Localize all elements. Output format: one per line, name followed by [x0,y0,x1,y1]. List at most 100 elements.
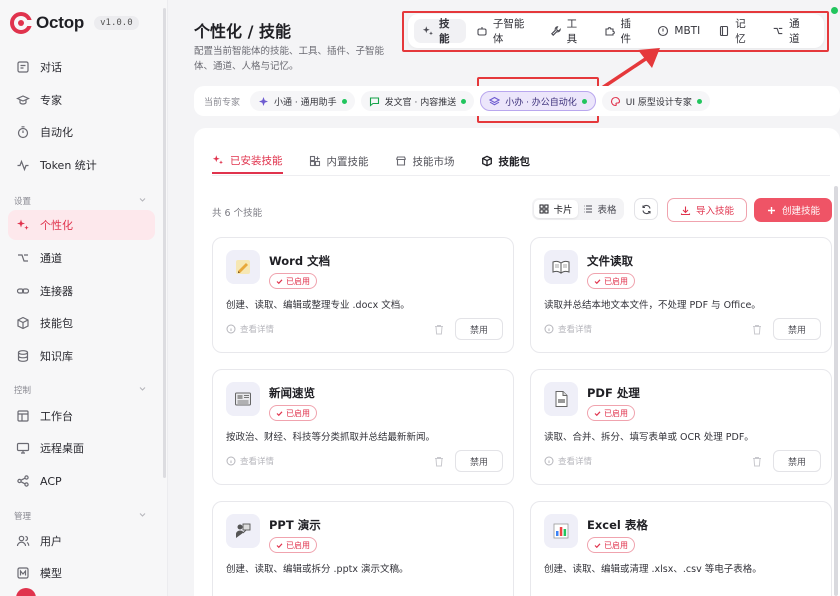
tab-skill-packs[interactable]: 技能包 [481,148,530,174]
sidebar-item-automation[interactable]: 自动化 [8,117,155,147]
online-dot [341,98,347,104]
brand[interactable]: Octop v1.0.0 [10,12,139,34]
status-dot [831,7,838,14]
status-badge: 已启用 [587,405,635,421]
view-details-link[interactable]: 查看详情 [544,455,592,467]
import-skill-button[interactable]: 导入技能 [667,198,747,222]
skill-card-pdf[interactable]: PDF 处理 已启用 读取、合并、拆分、填写表单或 OCR 处理 PDF。 查看… [530,369,832,485]
content-scrollbar[interactable] [834,186,838,596]
sidebar-item-personalization[interactable]: 个性化 [8,210,155,240]
link-icon [16,284,30,298]
section-title: 控制 [14,386,32,396]
sidebar-item-models[interactable]: 模型 [8,558,155,588]
page-title: 个性化 / 技能 [194,22,291,41]
sidebar-item-label: 专家 [40,94,62,107]
tab-installed-skills[interactable]: 已安装技能 [212,148,283,174]
view-details-link[interactable]: 查看详情 [226,455,274,467]
sidebar-item-label: 连接器 [40,285,73,298]
section-admin[interactable]: 管理 [14,510,147,522]
chip-label: 小通 · 通用助手 [274,97,337,108]
section-control[interactable]: 控制 [14,384,147,396]
sidebar-item-acp[interactable]: ACP [8,466,155,496]
section-settings[interactable]: 设置 [14,195,147,207]
disable-button[interactable]: 禁用 [773,318,821,340]
newspaper-icon [226,382,260,416]
trash-icon[interactable] [752,456,762,467]
tab-builtin-skills[interactable]: 内置技能 [309,148,369,174]
online-dot [696,98,702,104]
view-card-button[interactable]: 卡片 [534,200,578,218]
sidebar-item-users[interactable]: 用户 [8,526,155,556]
sidebar-item-label: 用户 [40,535,62,548]
sidebar-item-token-stats[interactable]: Token 统计 [8,150,155,180]
trash-icon[interactable] [752,324,762,335]
tab-divider [212,175,830,176]
create-label: 创建技能 [781,206,820,217]
trash-icon[interactable] [434,324,444,335]
sidebar-item-channels[interactable]: 通道 [8,243,155,273]
refresh-icon [641,204,652,215]
detail-label: 查看详情 [240,325,275,335]
create-skill-button[interactable]: 创建技能 [754,198,832,222]
arrow-annotation [600,48,660,90]
sidebar-item-chat[interactable]: 对话 [8,52,155,82]
sidebar-item-label: 对话 [40,61,62,74]
monitor-icon [16,441,30,455]
skill-tabs: 已安装技能 内置技能 技能市场 技能包 [212,148,556,174]
skill-description: 创建、读取、编辑或整理专业 .docx 文档。 [226,300,410,311]
expert-chip-ui-designer[interactable]: UI 原型设计专家 [601,91,710,111]
trash-icon[interactable] [434,456,444,467]
skill-card-excel[interactable]: Excel 表格 已启用 创建、读取、编辑或清理 .xlsx、.csv 等电子表… [530,501,832,596]
skill-card-news[interactable]: 新闻速览 已启用 按政治、财经、科技等分类抓取并总结最新新闻。 查看详情 禁用 [212,369,514,485]
store-icon [395,155,407,167]
skill-description: 读取并总结本地文本文件，不处理 PDF 与 Office。 [544,300,761,311]
sidebar-item-label: 自动化 [40,126,73,139]
skill-name: PDF 处理 [587,386,640,400]
sidebar-item-knowledge-base[interactable]: 知识库 [8,341,155,371]
tab-skill-market[interactable]: 技能市场 [395,148,455,174]
sidebar-scrollbar[interactable] [163,8,166,478]
disable-button[interactable]: 禁用 [455,318,503,340]
check-icon [594,410,601,417]
view-table-button[interactable]: 表格 [578,200,622,218]
skill-card-file-reader[interactable]: 文件读取 已启用 读取并总结本地文本文件，不处理 PDF 与 Office。 查… [530,237,832,353]
skill-card-word[interactable]: Word 文档 已启用 创建、读取、编辑或整理专业 .docx 文档。 查看详情… [212,237,514,353]
sidebar-item-remote-desktop[interactable]: 远程桌面 [8,433,155,463]
sidebar-item-connectors[interactable]: 连接器 [8,276,155,306]
expert-strip: 当前专家 小通 · 通用助手 发文官 · 内容推送 小办 · 办公自动化 UI … [194,86,840,116]
status-badge: 已启用 [269,273,317,289]
disable-button[interactable]: 禁用 [455,450,503,472]
sidebar-item-label: 工作台 [40,410,73,423]
channel-icon [16,251,30,265]
presenter-icon [226,514,260,548]
skills-panel: 已安装技能 内置技能 技能市场 技能包 共 6 个技能 卡片 表格 导入技能 创… [194,128,840,596]
database-icon [16,349,30,363]
chat-icon [16,60,30,74]
section-title: 设置 [14,197,32,207]
info-icon [544,456,554,466]
check-icon [276,410,283,417]
avatar[interactable] [16,588,36,596]
layers-icon [489,96,501,107]
refresh-button[interactable] [634,198,658,220]
expert-chip-office-automation[interactable]: 小办 · 办公自动化 [480,91,596,111]
timer-icon [16,125,30,139]
main-area: 个性化 / 技能 配置当前智能体的技能、工具、插件、子智能体、通道、人格与记忆。… [168,0,840,596]
sidebar-item-label: 模型 [40,567,62,580]
expert-chip-publisher[interactable]: 发文官 · 内容推送 [360,91,475,111]
sidebar-item-skill-packs[interactable]: 技能包 [8,308,155,338]
sidebar-item-workbench[interactable]: 工作台 [8,401,155,431]
sidebar-item-experts[interactable]: 专家 [8,85,155,115]
view-details-link[interactable]: 查看详情 [226,323,274,335]
disable-button[interactable]: 禁用 [773,450,821,472]
bar-chart-icon [544,514,578,548]
info-icon [226,324,236,334]
palette-icon [610,96,621,107]
chevron-down-icon [138,510,147,522]
tab-label: 技能市场 [412,155,455,168]
view-details-link[interactable]: 查看详情 [544,323,592,335]
view-toggle: 卡片 表格 [532,198,624,220]
skill-card-ppt[interactable]: PPT 演示 已启用 创建、读取、编辑或拆分 .pptx 演示文稿。 [212,501,514,596]
open-book-icon [544,250,578,284]
expert-chip-general[interactable]: 小通 · 通用助手 [250,91,355,111]
